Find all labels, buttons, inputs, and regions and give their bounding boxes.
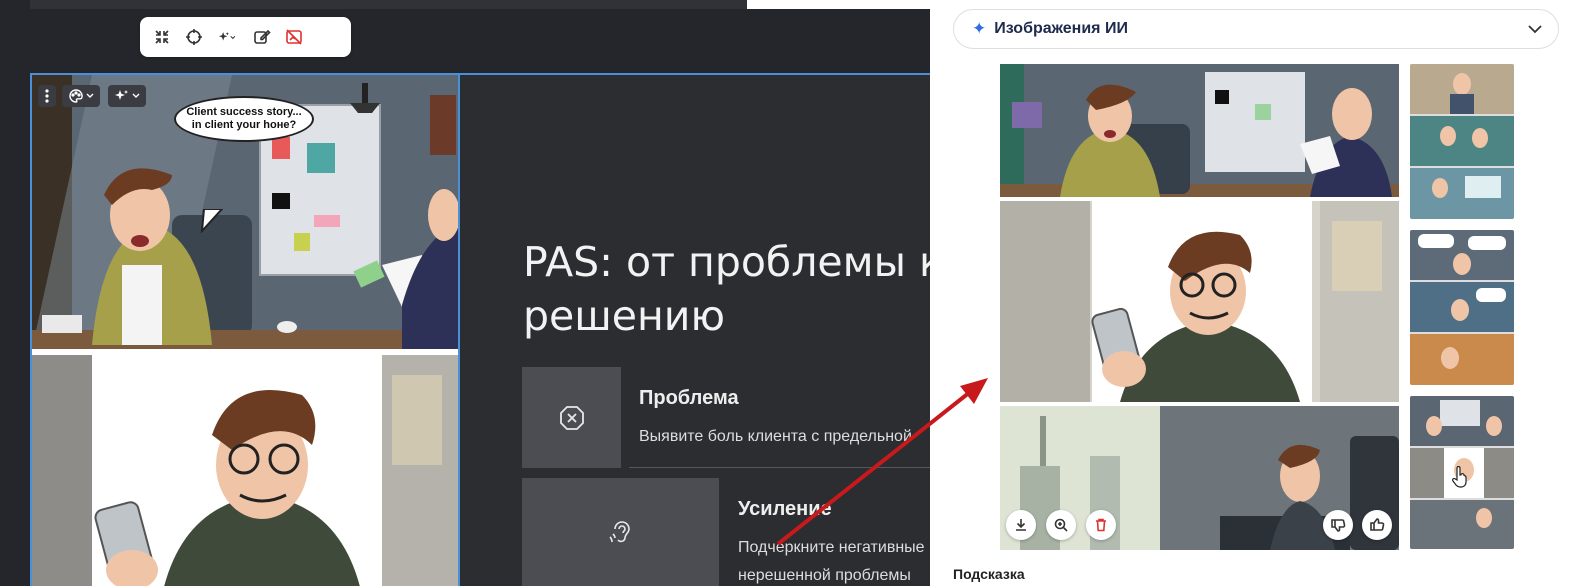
edit-pencil-icon[interactable] <box>250 25 274 49</box>
amplify-card-icon-box[interactable] <box>522 478 719 586</box>
thumbs-up-icon <box>1370 518 1385 531</box>
speech-line-1: Client success story... <box>186 106 302 118</box>
hand-cursor-icon <box>1452 466 1467 488</box>
download-icon <box>1016 519 1026 531</box>
amplify-card-title[interactable]: Усиление <box>738 498 930 521</box>
speech-tail <box>200 209 224 233</box>
ai-image-preview[interactable] <box>1000 64 1399 550</box>
top-strip <box>30 0 747 9</box>
ai-image-thumbnail[interactable] <box>1410 64 1514 219</box>
palette-icon[interactable] <box>62 85 100 107</box>
close-circle-icon <box>559 405 584 430</box>
problem-card-title[interactable]: Проблема <box>639 387 930 410</box>
comic-speech-bubble: Client success story... in client your h… <box>174 96 314 142</box>
menu-dots-icon[interactable] <box>38 85 56 107</box>
thumbs-up-button[interactable] <box>1362 510 1392 540</box>
preview-panel-phone <box>1000 201 1399 402</box>
zoom-in-icon <box>1054 518 1068 532</box>
amplify-card-text-line-1[interactable]: Подчеркните негативные <box>738 539 930 557</box>
selected-comic-image[interactable] <box>30 73 460 586</box>
sparkle-icon: ✦ <box>972 19 987 38</box>
chevron-down-icon <box>1528 25 1542 34</box>
download-button[interactable] <box>1006 510 1036 540</box>
delete-button[interactable] <box>1086 510 1116 540</box>
slide-title-line-1: PAS: от проблемы к <box>523 238 930 286</box>
delete-icon <box>1096 518 1106 532</box>
collapse-icon[interactable] <box>150 25 174 49</box>
ai-image-thumbnail[interactable] <box>1410 230 1514 385</box>
comic-panel-phone <box>32 355 458 586</box>
magic-sparkle-icon[interactable] <box>214 25 242 49</box>
thumbs-down-button[interactable] <box>1323 510 1353 540</box>
ai-images-dropdown[interactable]: ✦ Изображения ИИ <box>953 9 1559 49</box>
image-off-icon[interactable] <box>282 25 306 49</box>
ear-icon <box>608 521 630 543</box>
speech-line-2: in client your hoнe? <box>191 119 297 131</box>
image-floating-toolbar <box>140 17 351 57</box>
slide-title[interactable]: PAS: от проблемы к решению <box>523 235 930 343</box>
amplify-card-text-line-2[interactable]: нерешенной проблемы <box>738 567 930 585</box>
zoom-in-button[interactable] <box>1046 510 1076 540</box>
target-icon[interactable] <box>182 25 206 49</box>
preview-panel-office <box>1000 64 1399 197</box>
card-divider <box>629 467 930 468</box>
ai-image-thumbnail-selected[interactable] <box>1410 396 1514 549</box>
problem-card-text[interactable]: Выявите боль клиента с предельной <box>639 428 930 446</box>
magic-sparkle-icon[interactable] <box>108 85 146 107</box>
hint-label: Подсказка <box>953 566 1025 582</box>
ai-images-dropdown-label: Изображения ИИ <box>994 20 1128 37</box>
thumbs-down-icon <box>1331 519 1346 532</box>
ai-images-panel: ✦ Изображения ИИ Подсказка <box>930 0 1571 586</box>
problem-card-icon-box[interactable] <box>522 367 621 468</box>
slide-title-line-2: решению <box>523 292 725 340</box>
top-strip-white <box>747 0 930 9</box>
